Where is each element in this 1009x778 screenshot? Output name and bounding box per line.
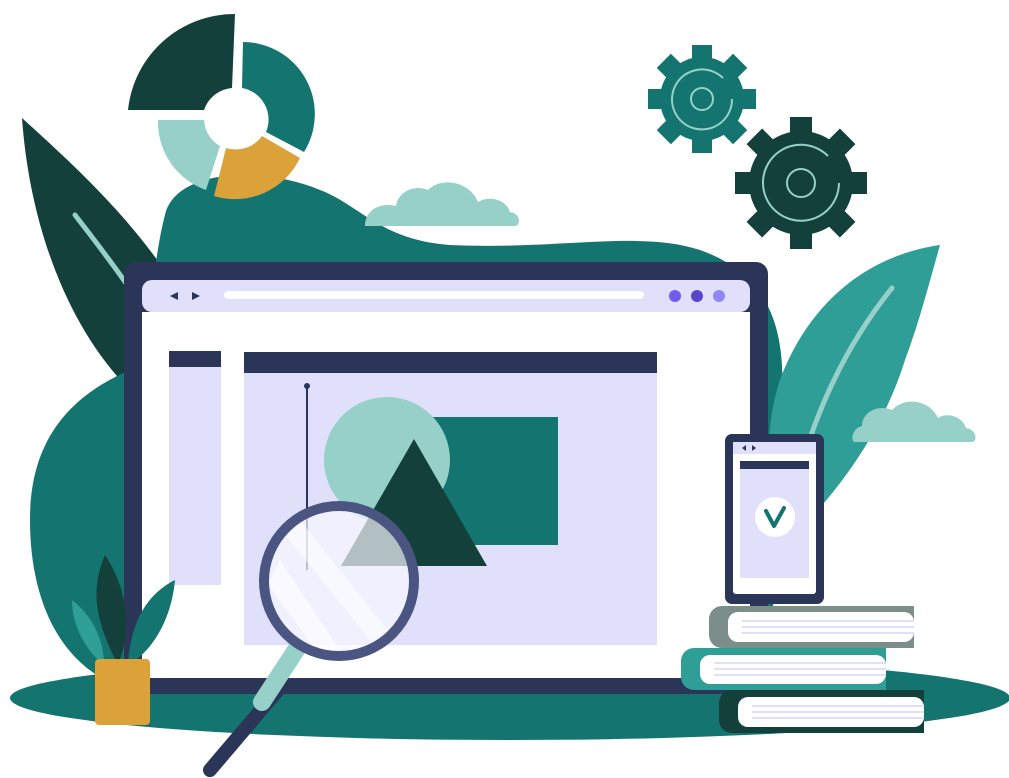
window-dot-2[interactable] <box>691 290 703 302</box>
phone-header <box>740 461 809 469</box>
main-panel-header <box>244 352 657 373</box>
gear-icon-small <box>648 45 756 153</box>
address-bar[interactable] <box>224 291 644 299</box>
donut-segment-teal <box>242 42 315 152</box>
donut-chart-icon <box>128 13 315 200</box>
browser-window <box>124 262 768 694</box>
gear-icon-large <box>735 117 867 249</box>
phone <box>725 434 824 604</box>
cloud-upper <box>365 182 519 226</box>
sidebar-header <box>169 351 221 367</box>
sidebar-panel <box>169 367 221 585</box>
donut-segment-dark <box>128 13 235 110</box>
window-dot-3[interactable] <box>713 290 725 302</box>
illustration <box>10 13 1009 777</box>
cursor-line-top <box>304 383 310 389</box>
plant-pot <box>95 659 150 725</box>
window-dot-1[interactable] <box>669 290 681 302</box>
check-circle <box>755 497 795 537</box>
